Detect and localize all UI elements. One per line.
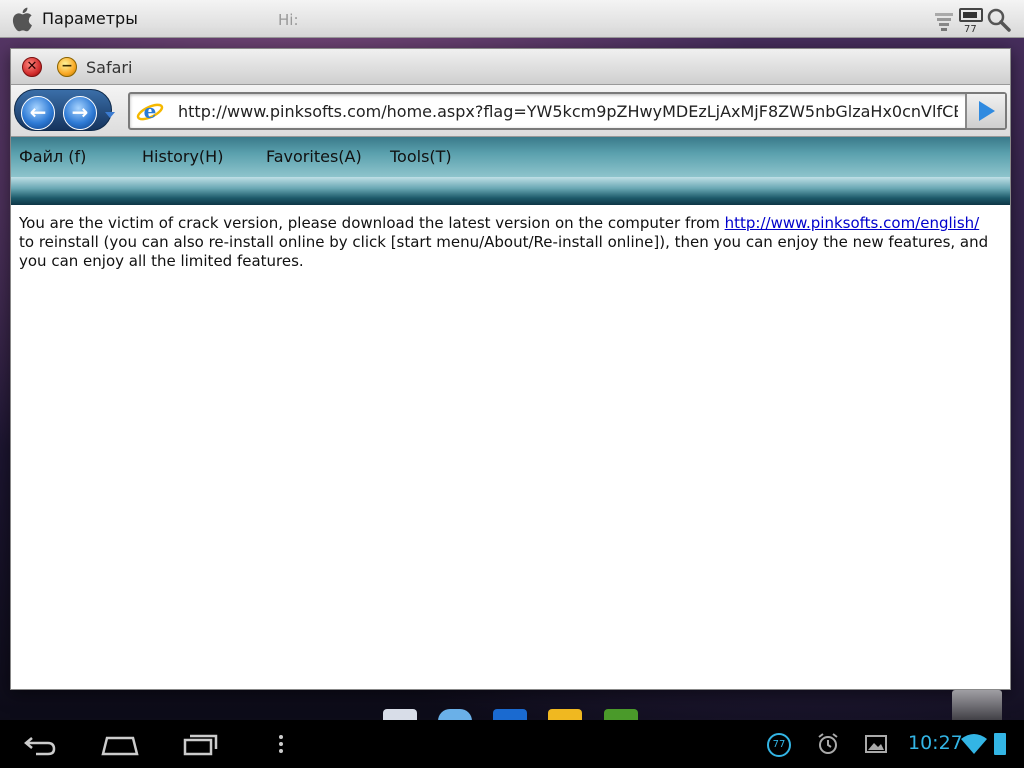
window-titlebar[interactable]: ✕ − Safari <box>11 49 1010 85</box>
notification-badge-text: 77 <box>772 739 786 750</box>
trash-icon[interactable] <box>952 690 1002 720</box>
menu-file[interactable]: Файл (f) <box>19 147 86 166</box>
menubar-app-name[interactable]: Параметры <box>42 9 138 28</box>
browser-menu-bar: Файл (f) History(H) Favorites(A) Tools(T… <box>11 137 1010 177</box>
menu-favorites[interactable]: Favorites(A) <box>266 147 362 166</box>
recent-apps-icon[interactable] <box>182 730 220 758</box>
gallery-notification-icon[interactable] <box>864 730 888 758</box>
apple-icon[interactable] <box>11 5 37 33</box>
page-content: You are the victim of crack version, ple… <box>19 214 999 271</box>
back-button[interactable]: ← <box>21 96 55 130</box>
content-text-after: to reinstall (you can also re-install on… <box>19 233 989 270</box>
menubar-hi-label: Hi: <box>278 11 299 29</box>
system-navigation-bar: 77 10:27 <box>0 720 1024 768</box>
battery-percent: 77 <box>964 24 977 35</box>
go-button[interactable] <box>965 94 1005 128</box>
address-bar[interactable]: e http://www.pinksofts.com/home.aspx?fla… <box>128 92 1007 130</box>
wifi-status-icon <box>961 734 987 754</box>
wifi-icon <box>935 13 953 31</box>
safari-window: ✕ − Safari ← → e http://www.pinksofts.co… <box>10 48 1011 690</box>
history-dropdown-icon[interactable] <box>105 112 115 118</box>
content-text-before: You are the victim of crack version, ple… <box>19 214 725 232</box>
menu-tools[interactable]: Tools(T) <box>390 147 452 166</box>
back-nav-icon[interactable] <box>22 730 58 758</box>
navigation-group: ← → <box>14 89 115 131</box>
download-link[interactable]: http://www.pinksofts.com/english/ <box>725 214 980 232</box>
status-clock[interactable]: 10:27 <box>908 732 963 754</box>
menu-separator-band <box>11 177 1010 205</box>
menu-nav-icon[interactable] <box>276 730 286 758</box>
ie-icon: e <box>136 99 164 123</box>
home-nav-icon[interactable] <box>100 730 140 758</box>
minimize-button[interactable]: − <box>57 57 77 77</box>
browser-toolbar: ← → e http://www.pinksofts.com/home.aspx… <box>11 85 1010 137</box>
close-button[interactable]: ✕ <box>22 57 42 77</box>
forward-button[interactable]: → <box>63 96 97 130</box>
notification-badge[interactable]: 77 <box>767 733 791 757</box>
address-url[interactable]: http://www.pinksofts.com/home.aspx?flag=… <box>178 102 958 121</box>
window-title: Safari <box>86 58 133 77</box>
search-icon[interactable] <box>986 7 1012 33</box>
battery-status-icon <box>994 733 1006 755</box>
top-menubar: Параметры Hi: 77 <box>0 0 1024 38</box>
svg-text:e: e <box>144 99 157 123</box>
menu-history[interactable]: History(H) <box>142 147 223 166</box>
battery-icon <box>959 8 983 22</box>
alarm-icon[interactable] <box>816 730 840 758</box>
